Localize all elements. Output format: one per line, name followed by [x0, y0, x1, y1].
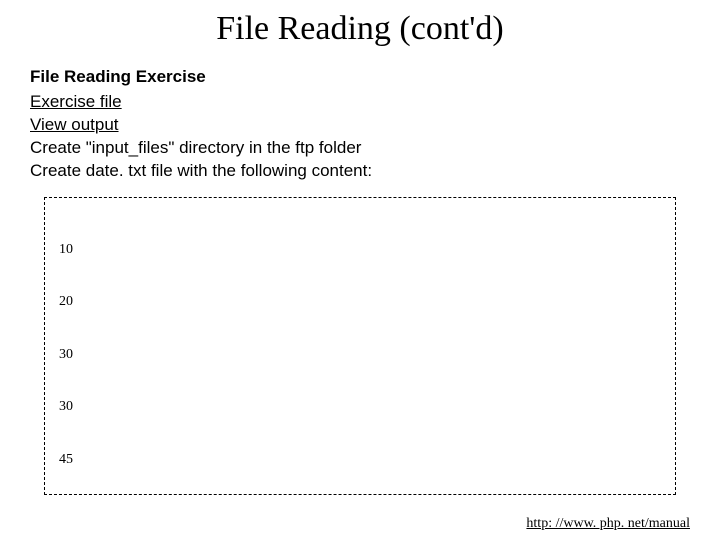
code-line: 10: [59, 241, 661, 259]
slide-title: File Reading (cont'd): [0, 10, 720, 48]
view-output-link[interactable]: View output: [30, 114, 119, 137]
code-line: 45: [59, 451, 661, 469]
slide-body: File Reading Exercise Exercise file View…: [0, 66, 720, 183]
footer-manual-link[interactable]: http: //www. php. net/manual: [526, 516, 690, 532]
exercise-file-link[interactable]: Exercise file: [30, 91, 122, 114]
instruction-line-1: Create "input_files" directory in the ft…: [30, 137, 690, 160]
code-line: 20: [59, 293, 661, 311]
section-heading: File Reading Exercise: [30, 66, 690, 89]
code-sample-box: 10 20 30 30 45: [44, 197, 676, 495]
code-line: 30: [59, 346, 661, 364]
code-line: 30: [59, 398, 661, 416]
instruction-line-2: Create date. txt file with the following…: [30, 160, 690, 183]
